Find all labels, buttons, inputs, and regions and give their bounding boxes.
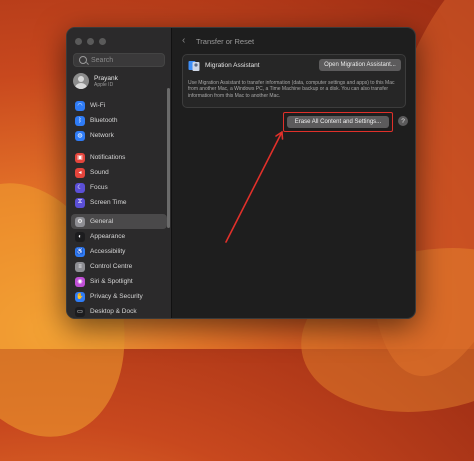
sidebar-item-privacy-security[interactable]: ✋ Privacy & Security xyxy=(71,289,167,304)
sidebar-item-sound[interactable]: ◂ Sound xyxy=(71,165,167,180)
sidebar-item-notifications[interactable]: ▣ Notifications xyxy=(71,150,167,165)
screen-time-icon: ⧖ xyxy=(75,197,85,208)
sidebar-item-siri-spotlight[interactable]: ◉ Siri & Spotlight xyxy=(71,274,167,289)
sidebar-item-label: Screen Time xyxy=(90,199,127,206)
sidebar-group-notifications: ▣ Notifications ◂ Sound ☾ Focus ⧖ Screen Time xyxy=(71,150,167,210)
sidebar-item-label: Notifications xyxy=(90,154,126,161)
sidebar-item-focus[interactable]: ☾ Focus xyxy=(71,180,167,195)
sidebar-item-label: Appearance xyxy=(90,233,126,240)
notifications-icon: ▣ xyxy=(75,152,85,163)
sidebar-item-desktop-dock[interactable]: ▭ Desktop & Dock xyxy=(71,304,167,318)
user-subtitle: Apple ID xyxy=(94,81,114,88)
control-centre-icon: ≡ xyxy=(75,261,85,272)
network-icon: ◍ xyxy=(75,130,85,141)
migration-assistant-title: Migration Assistant xyxy=(205,62,260,69)
sidebar-item-appearance[interactable]: ◐ Appearance xyxy=(71,229,167,244)
open-migration-assistant-button[interactable]: Open Migration Assistant... xyxy=(319,59,401,71)
sidebar-item-bluetooth[interactable]: ᛒ Bluetooth xyxy=(71,113,167,128)
migration-description: Use Migration Assistant to transfer info… xyxy=(188,80,395,99)
sidebar: Search Prayank Apple ID ◠ Wi-Fi ᛒ Bluetooth… xyxy=(67,28,172,318)
wifi-icon: ◠ xyxy=(75,100,85,111)
sidebar-item-label: Network xyxy=(90,132,114,139)
sidebar-item-label: Sound xyxy=(90,169,109,176)
sidebar-item-wi-fi[interactable]: ◠ Wi-Fi xyxy=(71,98,167,113)
erase-all-content-button[interactable]: Erase All Content and Settings... xyxy=(287,116,389,128)
sidebar-item-label: General xyxy=(90,218,114,225)
search-placeholder: Search xyxy=(91,56,114,64)
search-icon xyxy=(79,56,87,64)
close-window-button[interactable] xyxy=(75,38,82,45)
back-chevron-icon[interactable]: ‹ xyxy=(182,35,185,46)
sidebar-item-general[interactable]: ⚙ General xyxy=(71,214,167,229)
desktop-dock-icon: ▭ xyxy=(75,306,85,317)
sidebar-item-control-centre[interactable]: ≡ Control Centre xyxy=(71,259,167,274)
migration-assistant-icon xyxy=(188,61,200,71)
system-settings-window: Search Prayank Apple ID ◠ Wi-Fi ᛒ Bluetooth… xyxy=(66,27,416,319)
sidebar-item-label: Wi-Fi xyxy=(90,102,106,109)
help-button[interactable]: ? xyxy=(398,116,408,126)
search-input[interactable]: Search xyxy=(73,53,165,67)
sidebar-item-label: Desktop & Dock xyxy=(90,308,137,315)
sidebar-item-label: Accessibility xyxy=(90,248,126,255)
focus-icon: ☾ xyxy=(75,182,85,193)
window-controls xyxy=(75,38,106,45)
sidebar-scrollbar[interactable] xyxy=(167,88,170,228)
apple-id-account[interactable]: Prayank Apple ID xyxy=(73,73,118,89)
siri-icon: ◉ xyxy=(75,276,85,287)
privacy-hand-icon: ✋ xyxy=(75,291,85,302)
accessibility-icon: ♿ xyxy=(75,246,85,257)
zoom-window-button[interactable] xyxy=(99,38,106,45)
migration-assistant-panel: Migration Assistant Open Migration Assis… xyxy=(182,54,406,108)
bluetooth-icon: ᛒ xyxy=(75,115,85,126)
sidebar-item-label: Control Centre xyxy=(90,263,133,270)
sound-icon: ◂ xyxy=(75,167,85,178)
general-gear-icon: ⚙ xyxy=(75,216,85,227)
sidebar-group-system: ⚙ General ◐ Appearance ♿ Accessibility ≡ Contro… xyxy=(71,214,167,318)
appearance-icon: ◐ xyxy=(75,231,85,242)
sidebar-item-network[interactable]: ◍ Network xyxy=(71,128,167,143)
sidebar-item-label: Focus xyxy=(90,184,108,191)
sidebar-group-connectivity: ◠ Wi-Fi ᛒ Bluetooth ◍ Network xyxy=(71,98,167,143)
main-content: ‹ Transfer or Reset Migration Assistant … xyxy=(172,28,415,318)
user-name: Prayank xyxy=(94,74,118,82)
page-title: Transfer or Reset xyxy=(196,37,255,46)
sidebar-item-screen-time[interactable]: ⧖ Screen Time xyxy=(71,195,167,210)
avatar xyxy=(73,73,89,89)
sidebar-item-accessibility[interactable]: ♿ Accessibility xyxy=(71,244,167,259)
sidebar-item-label: Privacy & Security xyxy=(90,293,143,300)
sidebar-item-label: Siri & Spotlight xyxy=(90,278,133,285)
minimize-window-button[interactable] xyxy=(87,38,94,45)
sidebar-item-label: Bluetooth xyxy=(90,117,118,124)
